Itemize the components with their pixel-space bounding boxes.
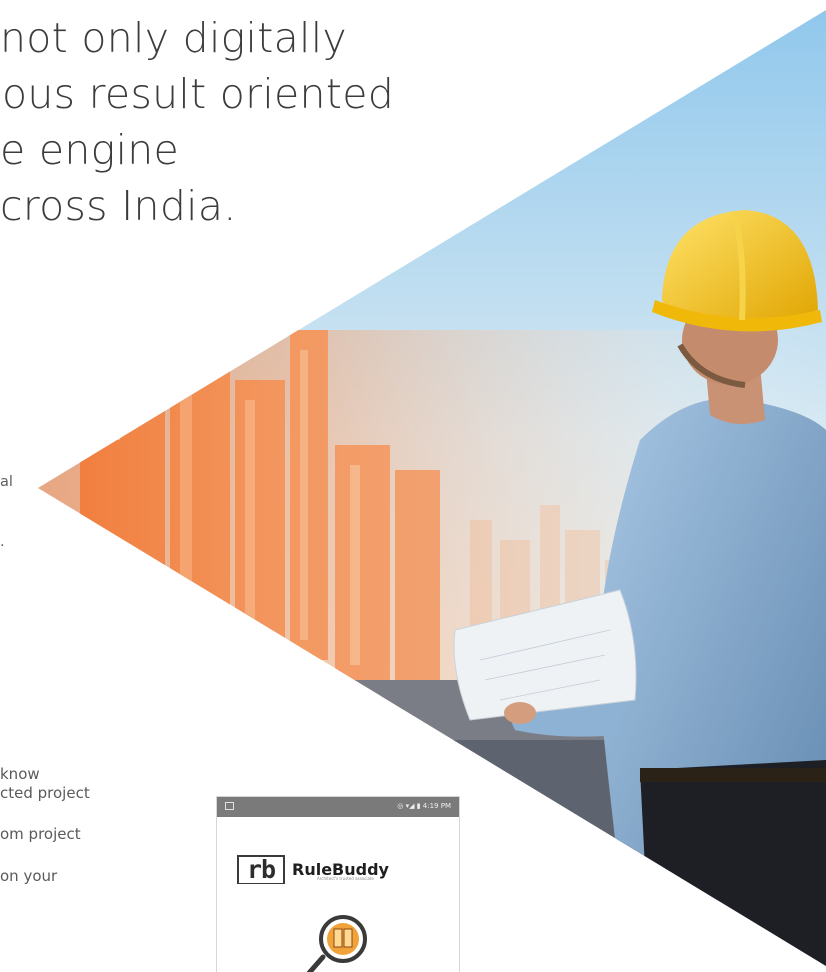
status-icons: ◎ ▾◢ ▮ 4:19 PM (397, 802, 451, 810)
list-item: cted project (0, 784, 90, 802)
headline-line-4: cross India. (0, 182, 237, 230)
body-text-fragment-2: . (0, 534, 5, 550)
headline-line-3: e engine (0, 126, 180, 174)
image-icon (225, 802, 234, 810)
brand-tagline: Architect's trusted associate (317, 876, 374, 881)
status-bar: ◎ ▾◢ ▮ 4:19 PM (217, 797, 459, 817)
book-search-icon (306, 915, 367, 972)
headline-line-2: ous result oriented (2, 70, 395, 118)
body-text-fragment-1: al (0, 474, 13, 490)
headline: not only digitally ous result oriented e… (0, 10, 394, 234)
status-time: 4:19 PM (422, 802, 451, 810)
logo-mark: rb (237, 855, 285, 884)
feature-list: know cted project om project on your (0, 765, 200, 886)
list-item: om project (0, 825, 81, 843)
headline-line-1: not only digitally (0, 14, 347, 62)
list-item: know (0, 765, 40, 783)
app-screenshot: ◎ ▾◢ ▮ 4:19 PM rb RuleBuddy Architect's … (217, 797, 459, 972)
signal-battery-icons: ◎ ▾◢ ▮ (397, 802, 423, 810)
list-item: on your (0, 867, 58, 885)
